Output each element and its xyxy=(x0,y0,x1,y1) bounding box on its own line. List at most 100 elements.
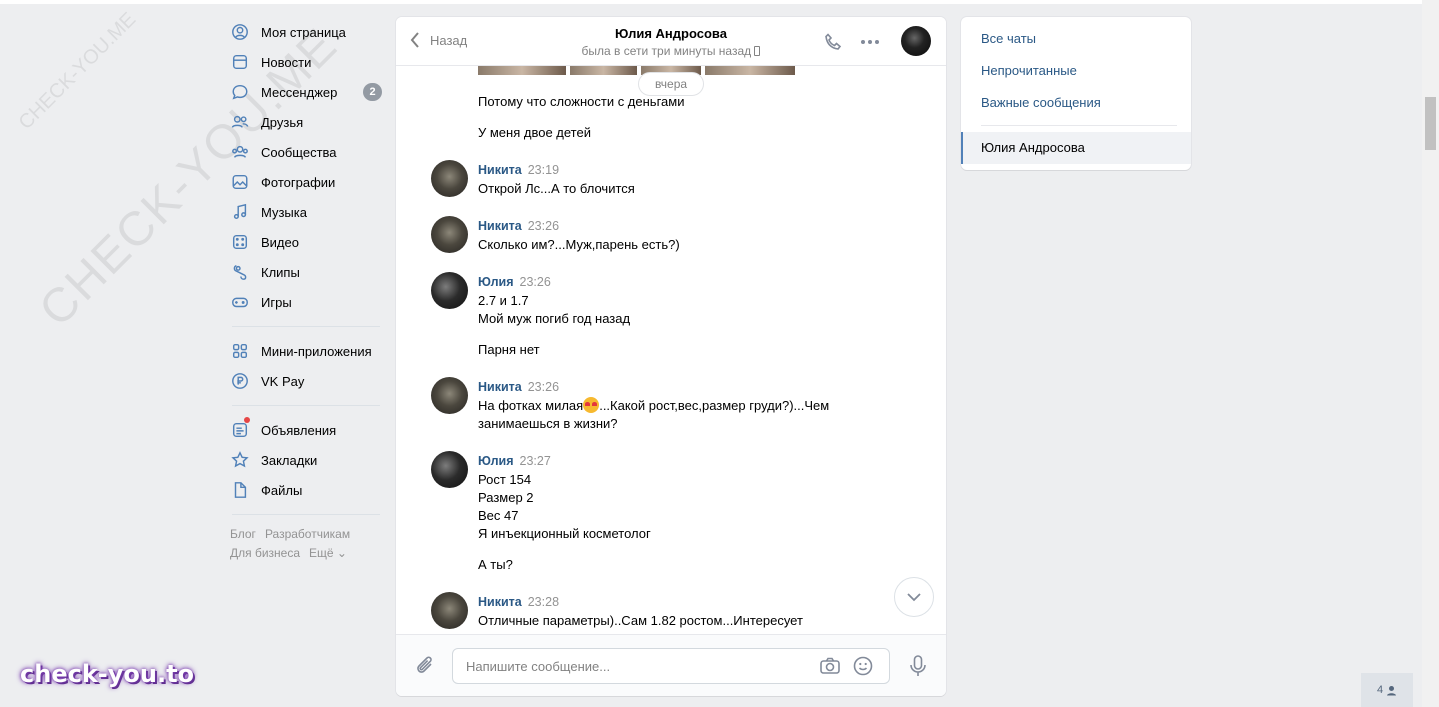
menu-item-messenger[interactable]: Мессенджер 2 xyxy=(230,77,382,107)
footer-link-more[interactable]: Ещё ⌄ xyxy=(309,546,347,560)
chat-panel: Назад Юлия Андросова была в сети три мин… xyxy=(396,17,946,696)
menu-item-label: Клипы xyxy=(261,264,300,280)
avatar[interactable] xyxy=(431,451,468,488)
menu-item-mini-apps[interactable]: Мини-приложения xyxy=(230,336,382,366)
watermark-bottom: check-you.to xyxy=(20,660,195,688)
menu-item-ads[interactable]: Объявления xyxy=(230,415,382,445)
message-text: Размер 2 xyxy=(478,490,534,505)
message-author[interactable]: Никита xyxy=(478,163,522,177)
chat-avatar[interactable] xyxy=(901,26,931,56)
menu-item-label: Закладки xyxy=(261,452,318,468)
voice-message-button[interactable] xyxy=(908,654,928,681)
menu-item-news[interactable]: Новости xyxy=(230,47,382,77)
emoji-button[interactable] xyxy=(853,656,873,679)
more-button[interactable] xyxy=(859,32,881,55)
message-text: Мой муж погиб год назад xyxy=(478,311,631,326)
message-text: У меня двое детей xyxy=(478,125,591,140)
page-scrollbar[interactable] xyxy=(1422,0,1439,707)
file-icon xyxy=(230,480,250,500)
message-author[interactable]: Юлия xyxy=(478,454,514,468)
message-author[interactable]: Никита xyxy=(478,595,522,609)
footer-link-developers[interactable]: Разработчикам xyxy=(265,527,350,541)
menu-item-label: Файлы xyxy=(261,482,303,498)
phone-device-icon xyxy=(754,46,761,56)
message-author[interactable]: Никита xyxy=(478,380,522,394)
call-button[interactable] xyxy=(823,32,843,55)
photo-thumbnail[interactable] xyxy=(705,66,795,75)
scroll-to-bottom-button[interactable] xyxy=(894,577,934,617)
communities-icon xyxy=(230,142,250,162)
menu-item-clips[interactable]: Клипы xyxy=(230,257,382,287)
filter-all-chats[interactable]: Все чаты xyxy=(981,31,1036,46)
top-strip xyxy=(0,0,1422,4)
message-time[interactable]: 23:26 xyxy=(520,275,551,289)
menu-item-communities[interactable]: Сообщества xyxy=(230,137,382,167)
message-text: Рост 154 xyxy=(478,472,532,487)
menu-item-label: VK Pay xyxy=(261,373,305,389)
music-icon xyxy=(230,202,250,222)
avatar[interactable] xyxy=(431,592,468,629)
message-text: На фотках милая ...Какой рост,вес,размер … xyxy=(478,397,878,415)
photo-thumbnail[interactable] xyxy=(478,66,566,75)
online-people-button[interactable]: 4 xyxy=(1361,673,1413,707)
menu-item-label: Друзья xyxy=(261,114,304,130)
people-count: 4 xyxy=(1376,684,1384,696)
message-icon xyxy=(230,82,250,102)
avatar[interactable] xyxy=(431,160,468,197)
menu-item-my-page[interactable]: Моя страница xyxy=(230,17,382,47)
menu-item-video[interactable]: Видео xyxy=(230,227,382,257)
photo-attachments[interactable] xyxy=(478,66,795,75)
message-author[interactable]: Никита xyxy=(478,219,522,233)
vkpay-icon xyxy=(230,371,250,391)
message-text: Парня нет xyxy=(478,342,540,357)
active-chat-item[interactable]: Юлия Андросова xyxy=(961,132,1191,164)
star-icon xyxy=(230,450,250,470)
paperclip-icon xyxy=(417,656,432,673)
message-history[interactable]: вчера Потому что сложности с деньгами У … xyxy=(396,66,946,634)
menu-item-label: Музыка xyxy=(261,204,307,220)
message-text: Открой Лс...А то блочится xyxy=(478,181,635,196)
avatar[interactable] xyxy=(431,216,468,253)
menu-item-music[interactable]: Музыка xyxy=(230,197,382,227)
smile-icon xyxy=(853,656,873,676)
menu-item-photos[interactable]: Фотографии xyxy=(230,167,382,197)
footer-link-business[interactable]: Для бизнеса xyxy=(230,546,300,560)
friends-icon xyxy=(230,112,250,132)
menu-item-label: Новости xyxy=(261,54,312,70)
avatar[interactable] xyxy=(431,377,468,414)
message-text: Потому что сложности с деньгами xyxy=(478,94,685,109)
footer-link-blog[interactable]: Блог xyxy=(230,527,256,541)
message-time[interactable]: 23:26 xyxy=(528,219,559,233)
clips-icon xyxy=(230,262,250,282)
photo-icon xyxy=(230,172,250,192)
message-time[interactable]: 23:28 xyxy=(528,595,559,609)
filter-important[interactable]: Важные сообщения xyxy=(981,95,1101,110)
message-input-placeholder: Напишите сообщение... xyxy=(466,658,611,674)
menu-item-label: Сообщества xyxy=(261,144,337,160)
menu-item-vk-pay[interactable]: VK Pay xyxy=(230,366,382,396)
scrollbar-thumb[interactable] xyxy=(1425,97,1436,150)
menu-divider xyxy=(232,514,380,515)
message-author[interactable]: Юлия xyxy=(478,275,514,289)
camera-button[interactable] xyxy=(819,656,841,679)
message-time[interactable]: 23:19 xyxy=(528,163,559,177)
photo-thumbnail[interactable] xyxy=(570,66,637,75)
chevron-down-icon xyxy=(907,592,921,601)
menu-item-label: Видео xyxy=(261,234,299,250)
menu-item-friends[interactable]: Друзья xyxy=(230,107,382,137)
message-header: Никита 23:28 xyxy=(478,595,559,609)
menu-item-bookmarks[interactable]: Закладки xyxy=(230,445,382,475)
more-icon xyxy=(861,40,879,44)
filter-unread[interactable]: Непрочитанные xyxy=(981,63,1077,78)
menu-item-games[interactable]: Игры xyxy=(230,287,382,317)
games-icon xyxy=(230,292,250,312)
message-time[interactable]: 23:26 xyxy=(528,380,559,394)
message-text-part: На фотках милая xyxy=(478,398,584,413)
video-icon xyxy=(230,232,250,252)
avatar[interactable] xyxy=(431,272,468,309)
menu-item-files[interactable]: Файлы xyxy=(230,475,382,505)
camera-icon xyxy=(820,657,840,674)
attach-button[interactable] xyxy=(415,655,437,680)
menu-item-label: Объявления xyxy=(261,422,337,438)
message-time[interactable]: 23:27 xyxy=(520,454,551,468)
